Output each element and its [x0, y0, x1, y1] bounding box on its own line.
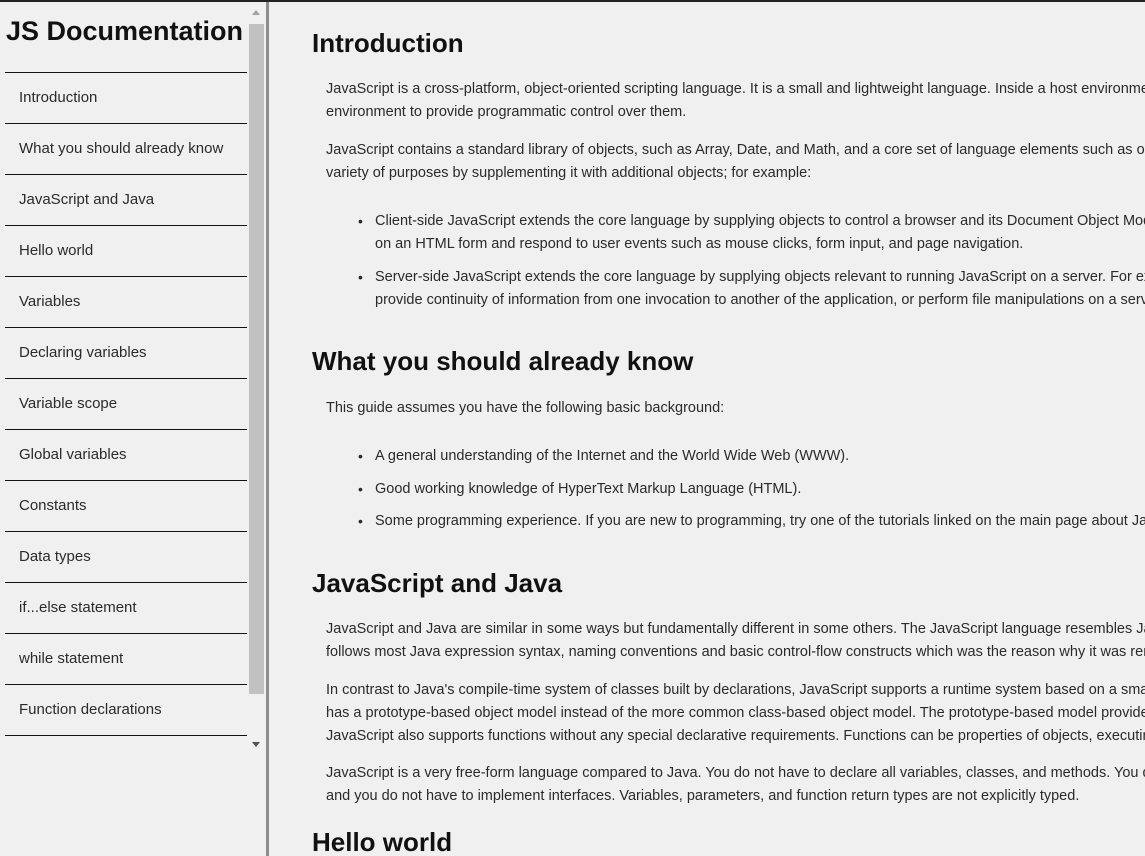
scrollbar-thumb[interactable] [249, 24, 264, 694]
nav-link-if-else-statement[interactable]: if...else statement [5, 583, 247, 634]
java-paragraph-2-line-3: JavaScript also supports functions witho… [326, 728, 1145, 744]
intro-bullet-2-line-1: Server-side JavaScript extends the core … [358, 266, 1145, 289]
intro-paragraph-1-line-2: environment to provide programmatic cont… [326, 104, 687, 120]
know-paragraph-1: This guide assumes you have the followin… [326, 400, 725, 416]
nav-link-what-you-should-already-know[interactable]: What you should already know [5, 124, 247, 175]
intro-paragraph-1-line-1: JavaScript is a cross-platform, object-o… [326, 81, 1145, 97]
java-paragraph-1-line-1: JavaScript and Java are similar in some … [326, 621, 1145, 637]
nav-link-data-types[interactable]: Data types [5, 532, 247, 583]
intro-bullet-2-line-2: provide continuity of information from o… [375, 292, 1145, 308]
java-paragraph-1-line-2: follows most Java expression syntax, nam… [326, 644, 1145, 660]
nav-link-introduction[interactable]: Introduction [5, 73, 247, 124]
java-paragraph-2-line-2: has a prototype-based object model inste… [326, 705, 1145, 721]
nav-link-declaring-variables[interactable]: Declaring variables [5, 328, 247, 379]
section-title-hello-world: Hello world [312, 827, 453, 856]
nav-link-global-variables[interactable]: Global variables [5, 430, 247, 481]
navbar: JS Documentation Introduction What you s… [0, 2, 266, 856]
java-paragraph-3-line-1: JavaScript is a very free-form language … [326, 765, 1145, 781]
intro-bullet-1-line-2: on an HTML form and respond to user even… [375, 236, 1024, 252]
nav-link-javascript-and-java[interactable]: JavaScript and Java [5, 175, 247, 226]
nav-link-hello-world[interactable]: Hello world [5, 226, 247, 277]
section-title-introduction: Introduction [312, 28, 464, 58]
know-bullet-2: Good working knowledge of HyperText Mark… [358, 478, 801, 501]
section-title-javascript-and-java: JavaScript and Java [312, 568, 563, 598]
nav-link-while-statement[interactable]: while statement [5, 634, 247, 685]
nav-link-constants[interactable]: Constants [5, 481, 247, 532]
intro-bullet-1-line-1: Client-side JavaScript extends the core … [358, 210, 1145, 233]
navbar-header: JS Documentation [5, 2, 247, 73]
java-paragraph-3-line-2: and you do not have to implement interfa… [326, 788, 1080, 804]
java-paragraph-2-line-1: In contrast to Java's compile-time syste… [326, 682, 1145, 698]
know-bullet-3: Some programming experience. If you are … [358, 510, 1145, 533]
main-doc: Introduction JavaScript is a cross-platf… [269, 2, 1145, 856]
nav-link-variables[interactable]: Variables [5, 277, 247, 328]
section-title-what-you-should-already-know: What you should already know [312, 346, 694, 376]
know-bullet-1: A general understanding of the Internet … [358, 445, 849, 468]
nav-link-variable-scope[interactable]: Variable scope [5, 379, 247, 430]
intro-paragraph-2-line-2: variety of purposes by supplementing it … [326, 165, 812, 181]
scroll-up-arrow-icon[interactable] [252, 10, 260, 15]
nav-list: Introduction What you should already kno… [0, 73, 247, 736]
scroll-down-arrow-icon[interactable] [252, 742, 260, 747]
navbar-scrollbar[interactable] [248, 4, 265, 856]
nav-link-function-declarations[interactable]: Function declarations [5, 685, 247, 736]
navbar-content: JS Documentation Introduction What you s… [0, 2, 247, 736]
intro-paragraph-2-line-1: JavaScript contains a standard library o… [326, 142, 1145, 158]
